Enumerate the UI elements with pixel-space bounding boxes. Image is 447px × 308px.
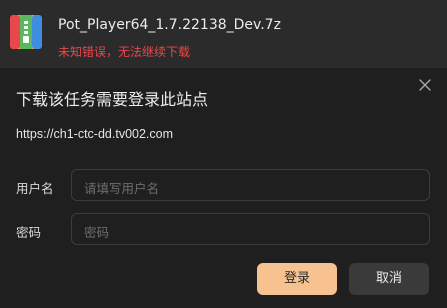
- password-placeholder: 密码: [84, 225, 110, 240]
- archive-file-icon: [10, 15, 42, 49]
- cancel-button[interactable]: 取消: [349, 263, 429, 295]
- password-label: 密码: [16, 225, 42, 240]
- login-button[interactable]: 登录: [257, 263, 337, 295]
- download-item: Pot_Player64_1.7.22138_Dev.7z 未知错误，无法继续下…: [0, 0, 447, 68]
- password-field[interactable]: 密码: [71, 213, 430, 245]
- close-icon[interactable]: [416, 76, 434, 94]
- file-name: Pot_Player64_1.7.22138_Dev.7z: [58, 17, 281, 33]
- username-label: 用户名: [16, 181, 54, 196]
- error-message: 未知错误，无法继续下载: [58, 45, 191, 59]
- username-field[interactable]: 请填写用户名: [71, 169, 430, 201]
- username-placeholder: 请填写用户名: [84, 181, 160, 196]
- login-dialog: 下载该任务需要登录此站点 https://ch1-ctc-dd.tv002.co…: [0, 68, 447, 308]
- site-url: https://ch1-ctc-dd.tv002.com: [16, 127, 174, 141]
- dialog-title: 下载该任务需要登录此站点: [16, 90, 209, 109]
